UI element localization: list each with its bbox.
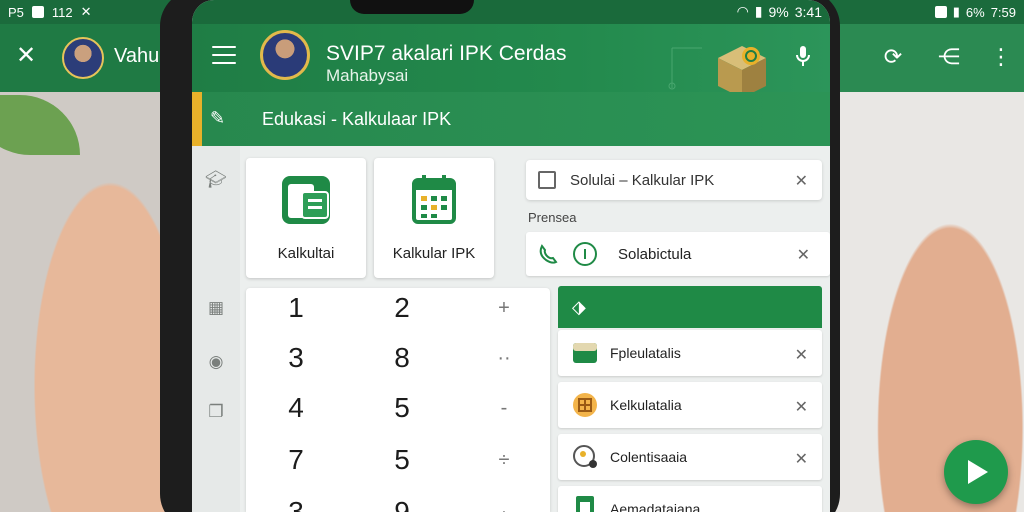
key[interactable]: 9 bbox=[372, 492, 432, 512]
grid-map-icon bbox=[573, 393, 597, 417]
key[interactable]: 1 bbox=[266, 288, 326, 328]
background-status-icon bbox=[31, 6, 44, 18]
background-status-text: 112 bbox=[51, 4, 73, 20]
play-button[interactable] bbox=[944, 440, 1008, 504]
background-battery-text: 6% bbox=[965, 4, 985, 20]
tile-ipk-calculator[interactable]: Kalkular IPK bbox=[374, 158, 494, 278]
background-avatar bbox=[62, 37, 104, 79]
microphone-icon[interactable] bbox=[790, 44, 816, 70]
background-status-right: ▮ 6% 7:59 bbox=[934, 4, 1016, 20]
key-plus[interactable]: + bbox=[474, 288, 534, 328]
battery-text: 9% bbox=[768, 3, 789, 20]
tile-label: Kalkular IPK bbox=[392, 245, 476, 262]
background-status-text: P5 bbox=[8, 4, 24, 20]
calendar-icon[interactable]: ▦ bbox=[204, 296, 228, 320]
status-bar: ◠ ▮ 9% 3:41 bbox=[192, 0, 830, 24]
breadcrumb-accent bbox=[192, 92, 202, 146]
background-more-icon[interactable]: ⋮ bbox=[988, 44, 1014, 70]
list-item[interactable]: Kelkulatalia ✕ bbox=[558, 382, 822, 428]
list-item[interactable]: Colentisaaia ✕ bbox=[558, 434, 822, 480]
background-notify-icon bbox=[934, 6, 947, 18]
section-label: Prensea bbox=[528, 210, 577, 225]
time-text: 3:41 bbox=[794, 3, 822, 20]
key[interactable]: 7 bbox=[266, 440, 326, 480]
shield-icon[interactable]: ◉ bbox=[204, 350, 228, 374]
close-icon[interactable]: ✕ bbox=[795, 345, 808, 365]
key[interactable]: 8 bbox=[372, 338, 432, 378]
list-item-text: Fpleulatalis bbox=[610, 345, 681, 361]
stack-icon bbox=[573, 343, 597, 363]
background-contact-name: Vahu bbox=[114, 45, 160, 67]
breadcrumb: ✎ Edukasi - Kalkulaar IPK bbox=[192, 92, 830, 146]
clock-search-icon bbox=[573, 445, 597, 468]
key-operator[interactable]: ·· bbox=[474, 338, 534, 378]
signal-icon: ▮ bbox=[754, 3, 763, 19]
search-chip-text: Solulai – Kalkular IPK bbox=[570, 172, 715, 189]
background-signal-icon: ✕ bbox=[80, 4, 92, 19]
list-item-text: Kelkulatalia bbox=[610, 397, 682, 413]
key[interactable]: 3 bbox=[266, 492, 326, 512]
background-signal-icon: ▮ bbox=[952, 4, 960, 19]
tag-icon[interactable]: ⬗ bbox=[572, 297, 586, 318]
phone-icon bbox=[539, 244, 558, 264]
key[interactable]: 2 bbox=[372, 288, 432, 328]
key[interactable]: 5 bbox=[372, 440, 432, 480]
pin-icon[interactable]: ✎ bbox=[210, 108, 225, 129]
breadcrumb-text: Edukasi - Kalkulaar IPK bbox=[262, 109, 452, 129]
list-item-text: Aemadataiana bbox=[610, 501, 701, 512]
search-chip[interactable]: Solulai – Kalkular IPK ✕ bbox=[526, 160, 822, 200]
graduation-cap-icon[interactable]: 🎓︎ bbox=[204, 168, 228, 192]
list-item-text: Solabictula bbox=[618, 246, 692, 263]
book-icon[interactable]: ❐ bbox=[204, 400, 228, 424]
play-icon bbox=[968, 460, 988, 484]
list-item-text: Colentisaaia bbox=[610, 449, 688, 465]
key[interactable]: 3 bbox=[266, 338, 326, 378]
close-icon[interactable]: ✕ bbox=[795, 171, 808, 191]
badge-icon[interactable] bbox=[738, 44, 764, 70]
tile-label: Kalkultai bbox=[277, 245, 335, 262]
list-item-top[interactable]: Solabictula ✕ bbox=[526, 232, 830, 276]
background-refresh-icon[interactable]: ⟳ bbox=[880, 44, 906, 70]
wifi-icon: ◠ bbox=[736, 3, 749, 19]
background-status-left: P5 112 ✕ bbox=[8, 4, 92, 20]
close-icon[interactable]: ✕ bbox=[797, 245, 810, 265]
page-title: SVIP7 akalari IPK Cerdas bbox=[326, 42, 567, 65]
key-minus[interactable]: - bbox=[474, 388, 534, 428]
image-icon bbox=[538, 171, 556, 189]
document-icon bbox=[576, 496, 594, 512]
list-item[interactable]: Aemadataiana bbox=[558, 486, 822, 512]
calculator-icon bbox=[282, 176, 330, 224]
tile-calculator[interactable]: Kalkultai bbox=[246, 158, 366, 278]
list-item[interactable]: Fpleulatalis ✕ bbox=[558, 330, 822, 376]
app-bar: SVIP7 akalari IPK Cerdas Mahabysai bbox=[192, 24, 830, 144]
side-rail: 🎓︎ ▦ ◉ ❐ bbox=[192, 146, 240, 512]
background-share-icon[interactable]: ⋲ bbox=[936, 44, 962, 70]
panel-header: ⬗ bbox=[558, 286, 822, 328]
key-operator[interactable]: · bbox=[474, 492, 534, 512]
camera-notch bbox=[350, 0, 474, 14]
close-icon[interactable]: ✕ bbox=[795, 397, 808, 417]
key-divide[interactable]: ÷ bbox=[474, 440, 534, 480]
keypad: 1 2 + 3 8 ·· 4 5 - 7 5 ÷ 3 9 · bbox=[246, 288, 550, 512]
key[interactable]: 5 bbox=[372, 388, 432, 428]
page-subtitle: Mahabysai bbox=[326, 66, 409, 85]
key[interactable]: 4 bbox=[266, 388, 326, 428]
info-icon bbox=[573, 242, 597, 266]
close-icon[interactable]: ✕ bbox=[795, 449, 808, 469]
background-close-icon[interactable]: ✕ bbox=[14, 44, 38, 68]
menu-icon[interactable] bbox=[212, 46, 236, 64]
background-time-text: 7:59 bbox=[990, 4, 1016, 20]
calendar-grid-icon bbox=[412, 175, 456, 224]
status-right: ◠ ▮ 9% 3:41 bbox=[737, 3, 822, 20]
avatar[interactable] bbox=[260, 30, 310, 80]
phone-screen: ◠ ▮ 9% 3:41 SVIP7 akalari IPK Cerdas Mah… bbox=[192, 0, 830, 512]
